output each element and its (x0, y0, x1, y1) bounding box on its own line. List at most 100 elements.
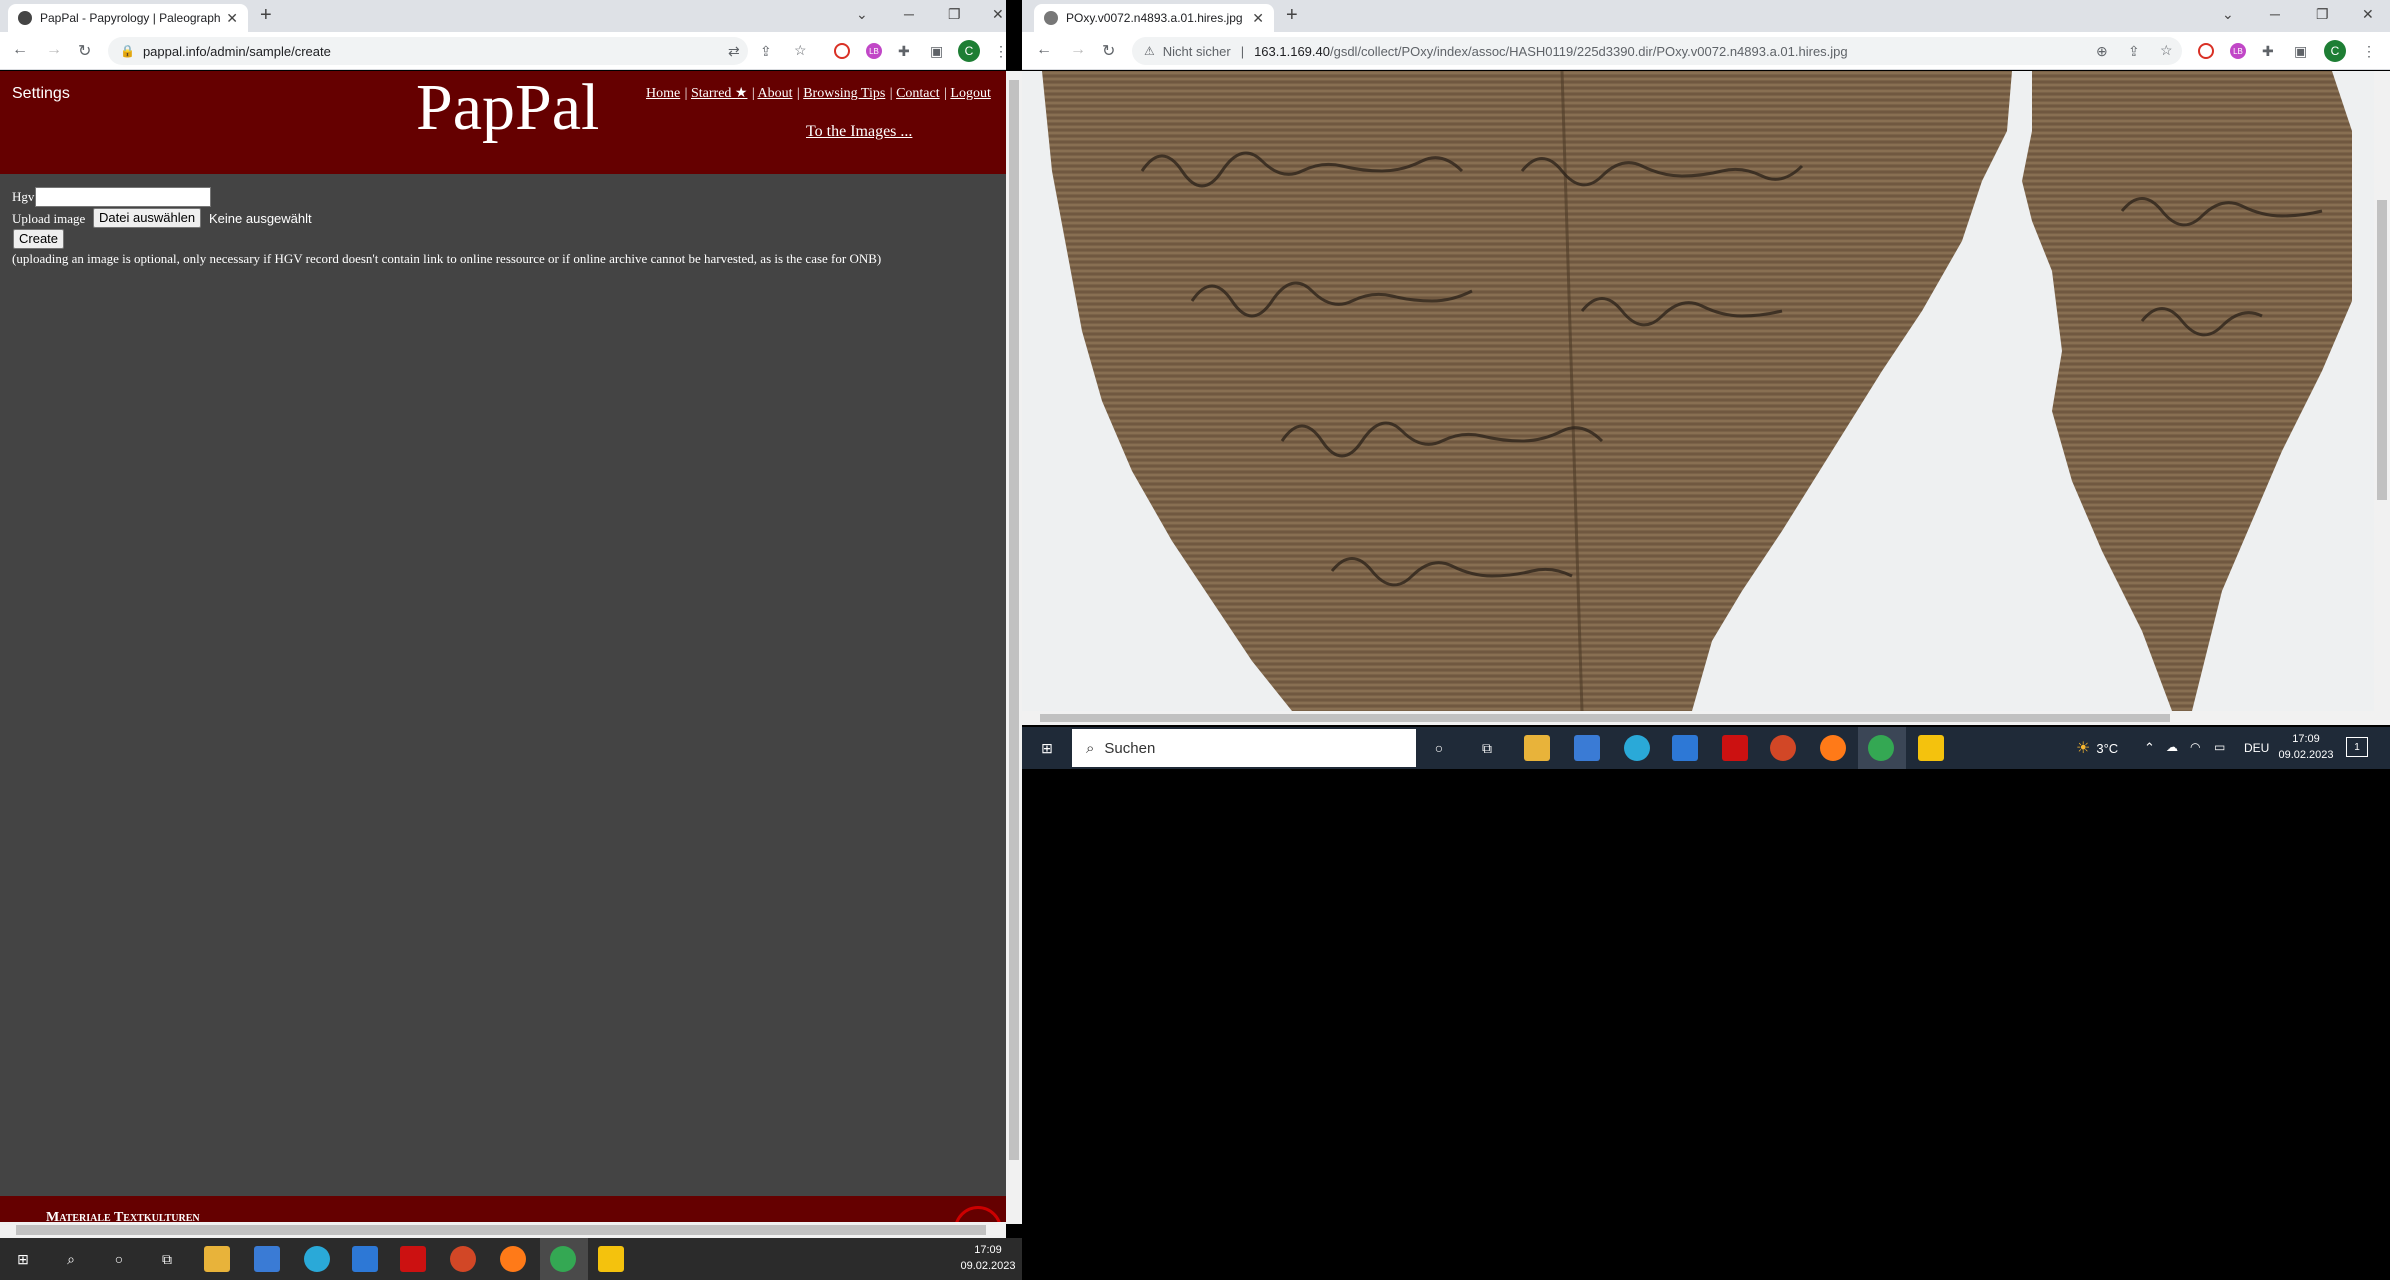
tray-chevron-icon[interactable]: ⌃ (2144, 740, 2155, 756)
minimize-icon[interactable]: ─ (2270, 6, 2280, 22)
powerpoint-icon[interactable] (1770, 735, 1796, 761)
nav-contact[interactable]: Contact (896, 86, 940, 101)
store-icon[interactable] (254, 1246, 280, 1272)
task-view-icon[interactable]: ⧉ (1474, 735, 1500, 761)
settings-link[interactable]: Settings (12, 85, 70, 103)
cortana-icon[interactable]: ○ (1426, 735, 1452, 761)
windows-start-icon[interactable]: ⊞ (1034, 735, 1060, 761)
store-icon[interactable] (1574, 735, 1600, 761)
edge-icon[interactable] (304, 1246, 330, 1272)
right-clock[interactable]: 17:09 09.02.2023 (2274, 731, 2338, 763)
extension-red-icon[interactable] (2198, 43, 2214, 59)
choose-file-button[interactable]: Datei auswählen (93, 208, 202, 228)
profile-avatar[interactable]: C (2324, 40, 2346, 62)
search-icon: ⌕ (1086, 739, 1095, 757)
side-panel-icon[interactable]: ▣ (930, 43, 943, 60)
cortana-icon[interactable]: ○ (106, 1246, 132, 1272)
profile-avatar[interactable]: C (958, 40, 980, 62)
taskbar-search-box[interactable]: ⌕ Suchen (1072, 729, 1416, 767)
file-explorer-icon[interactable] (204, 1246, 230, 1272)
edge-icon[interactable] (1624, 735, 1650, 761)
nav-browsing-tips[interactable]: Browsing Tips (803, 86, 885, 101)
file-status-text: Keine ausgewählt (209, 211, 312, 226)
search-icon[interactable]: ⌕ (58, 1246, 84, 1272)
notes-app-icon[interactable] (1918, 735, 1944, 761)
acrobat-icon[interactable] (1722, 735, 1748, 761)
nav-home[interactable]: Home (646, 86, 680, 101)
language-indicator[interactable]: DEU (2244, 741, 2269, 755)
create-button[interactable]: Create (13, 229, 65, 249)
upload-image-label: Upload image (12, 211, 86, 226)
battery-icon[interactable]: ▭ (2214, 740, 2225, 754)
to-images-link[interactable]: To the Images ... (806, 123, 912, 141)
share-icon[interactable]: ⇪ (2128, 43, 2140, 60)
wifi-icon[interactable]: ◠ (2190, 740, 2200, 754)
chrome-icon[interactable] (550, 1246, 576, 1272)
firefox-icon[interactable] (1820, 735, 1846, 761)
nav-about[interactable]: About (757, 86, 792, 101)
tab-search-chevron-icon[interactable]: ⌄ (2222, 6, 2234, 23)
restore-icon[interactable]: ❐ (948, 6, 961, 23)
nav-logout[interactable]: Logout (950, 86, 990, 101)
notes-app-icon[interactable] (598, 1246, 624, 1272)
left-scrollbar-thumb[interactable] (1009, 80, 1019, 1160)
left-address-bar[interactable]: 🔒 pappal.info/admin/sample/create (108, 37, 748, 65)
menu-kebab-icon[interactable]: ⋮ (994, 43, 1008, 60)
weather-sun-icon: ☀ (2076, 740, 2091, 757)
not-secure-label: Nicht sicher (1162, 43, 1231, 59)
left-tab-pappal[interactable]: PapPal - Papyrology | Paleograph ✕ (8, 4, 248, 32)
pappal-logo[interactable]: PapPal (416, 70, 599, 146)
reload-icon[interactable]: ↻ (1102, 41, 1115, 61)
papyrus-fragment-drawing (1042, 71, 2352, 711)
close-window-icon[interactable]: ✕ (2362, 6, 2374, 23)
firefox-icon[interactable] (500, 1246, 526, 1272)
restore-icon[interactable]: ❐ (2316, 6, 2329, 23)
left-hscroll-thumb[interactable] (16, 1225, 986, 1235)
weather-widget[interactable]: ☀ 3°C (2076, 738, 2118, 758)
bookmark-star-icon[interactable]: ☆ (794, 42, 807, 59)
right-tab-image[interactable]: POxy.v0072.n4893.a.01.hires.jpg ✕ (1034, 4, 1274, 32)
bookmark-star-icon[interactable]: ☆ (2160, 42, 2173, 59)
zoom-icon[interactable]: ⊕ (2096, 43, 2108, 60)
extension-red-icon[interactable] (834, 43, 850, 59)
main-nav: Home | Starred ★ | About | Browsing Tips… (646, 84, 1006, 102)
extension-purple-icon[interactable]: LB (866, 43, 882, 59)
reload-icon[interactable]: ↻ (78, 41, 91, 61)
acrobat-icon[interactable] (400, 1246, 426, 1272)
chrome-icon[interactable] (1868, 735, 1894, 761)
hgv-input[interactable] (35, 187, 211, 207)
papyrus-image (1022, 71, 2374, 711)
share-icon[interactable]: ⇪ (760, 43, 772, 60)
right-vscroll-thumb[interactable] (2377, 200, 2387, 500)
close-tab-icon[interactable]: ✕ (226, 10, 238, 27)
left-clock[interactable]: 17:09 09.02.2023 (958, 1242, 1018, 1274)
forward-icon[interactable]: → (1070, 41, 1086, 59)
forward-icon[interactable]: → (46, 41, 62, 59)
powerpoint-icon[interactable] (450, 1246, 476, 1272)
extensions-puzzle-icon[interactable]: ✚ (2262, 43, 2274, 60)
mail-icon[interactable] (352, 1246, 378, 1272)
notification-center-icon[interactable]: 1 (2346, 737, 2368, 757)
windows-start-icon[interactable]: ⊞ (10, 1246, 36, 1272)
minimize-icon[interactable]: ─ (904, 6, 914, 22)
extensions-puzzle-icon[interactable]: ✚ (898, 43, 910, 60)
close-tab-icon[interactable]: ✕ (1252, 10, 1264, 27)
task-view-icon[interactable]: ⧉ (154, 1246, 180, 1272)
nav-starred[interactable]: Starred ★ (691, 86, 747, 101)
right-hscroll-thumb[interactable] (1040, 714, 2170, 722)
side-panel-icon[interactable]: ▣ (2294, 43, 2307, 60)
new-tab-icon[interactable]: + (1286, 4, 1298, 27)
tab-search-chevron-icon[interactable]: ⌄ (856, 6, 868, 23)
extension-purple-icon[interactable]: LB (2230, 43, 2246, 59)
back-icon[interactable]: ← (12, 41, 28, 59)
file-explorer-icon[interactable] (1524, 735, 1550, 761)
mail-icon[interactable] (1672, 735, 1698, 761)
menu-kebab-icon[interactable]: ⋮ (2362, 43, 2376, 60)
new-tab-icon[interactable]: + (260, 4, 272, 27)
back-icon[interactable]: ← (1036, 41, 1052, 59)
close-window-icon[interactable]: ✕ (992, 6, 1004, 23)
translate-icon[interactable]: ⇄ (728, 43, 740, 60)
right-address-bar[interactable]: ⚠ Nicht sicher | 163.1.169.40 /gsdl/coll… (1132, 37, 2182, 65)
pappal-favicon-icon (18, 11, 32, 25)
onedrive-icon[interactable]: ☁ (2166, 740, 2178, 754)
